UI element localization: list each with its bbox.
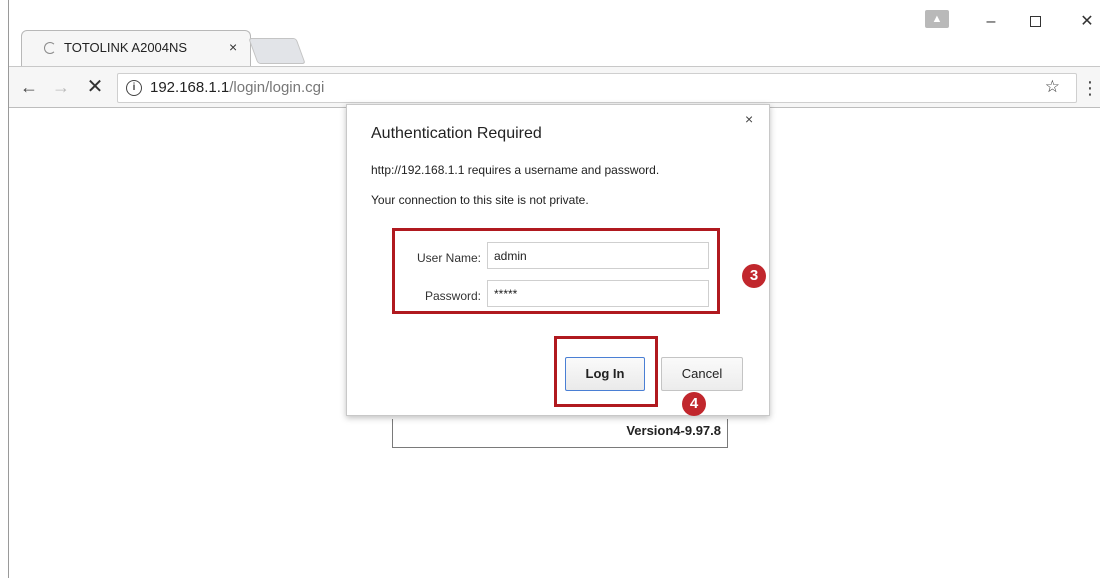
- dialog-message: http://192.168.1.1 requires a username a…: [371, 163, 660, 177]
- url-path: /login/login.cgi: [229, 79, 325, 96]
- minimize-button[interactable]: –: [977, 12, 1005, 32]
- bookmark-star-icon[interactable]: ☆: [1045, 77, 1060, 97]
- maximize-icon: [1029, 16, 1041, 27]
- cancel-button[interactable]: Cancel: [661, 357, 743, 391]
- password-field[interactable]: [487, 280, 709, 307]
- tab-close-icon[interactable]: ×: [229, 39, 237, 55]
- new-tab-button[interactable]: [248, 38, 306, 64]
- dialog-close-icon[interactable]: ×: [745, 111, 753, 127]
- close-window-button[interactable]: ✕: [1073, 12, 1100, 32]
- dialog-warning: Your connection to this site is not priv…: [371, 193, 589, 207]
- back-arrow-icon[interactable]: ←: [17, 75, 41, 99]
- person-icon: ▲: [931, 13, 943, 25]
- profile-button[interactable]: ▲: [925, 10, 949, 28]
- username-label: User Name:: [416, 251, 481, 265]
- url-text: 192.168.1.1/login/login.cgi: [150, 79, 324, 96]
- forward-arrow-icon[interactable]: →: [49, 75, 73, 99]
- maximize-button[interactable]: [1021, 12, 1049, 32]
- tab-title: TOTOLINK A2004NS: [64, 40, 188, 55]
- step-4-badge: 4: [682, 392, 706, 416]
- url-host: 192.168.1.1: [150, 79, 230, 96]
- address-bar[interactable]: i 192.168.1.1/login/login.cgi ☆: [117, 73, 1077, 103]
- username-field[interactable]: [487, 242, 709, 269]
- login-page-footer: Version4-9.97.8: [392, 419, 728, 448]
- browser-tab[interactable]: TOTOLINK A2004NS ×: [21, 30, 251, 66]
- title-bar: TOTOLINK A2004NS × ▲ – ✕: [9, 0, 1100, 66]
- version-label: Version4-9.97.8: [626, 423, 721, 438]
- password-label: Password:: [424, 289, 481, 303]
- step-3-badge: 3: [742, 264, 766, 288]
- stop-loading-icon[interactable]: ✕: [83, 75, 107, 99]
- browser-toolbar: ← → ✕ i 192.168.1.1/login/login.cgi ☆ ⋮: [9, 66, 1100, 108]
- dialog-title: Authentication Required: [371, 125, 542, 142]
- info-icon[interactable]: i: [126, 80, 142, 96]
- browser-menu-icon[interactable]: ⋮: [1081, 75, 1099, 101]
- loading-spinner-icon: [44, 42, 56, 54]
- auth-dialog: × Authentication Required http://192.168…: [346, 104, 770, 416]
- login-button[interactable]: Log In: [565, 357, 645, 391]
